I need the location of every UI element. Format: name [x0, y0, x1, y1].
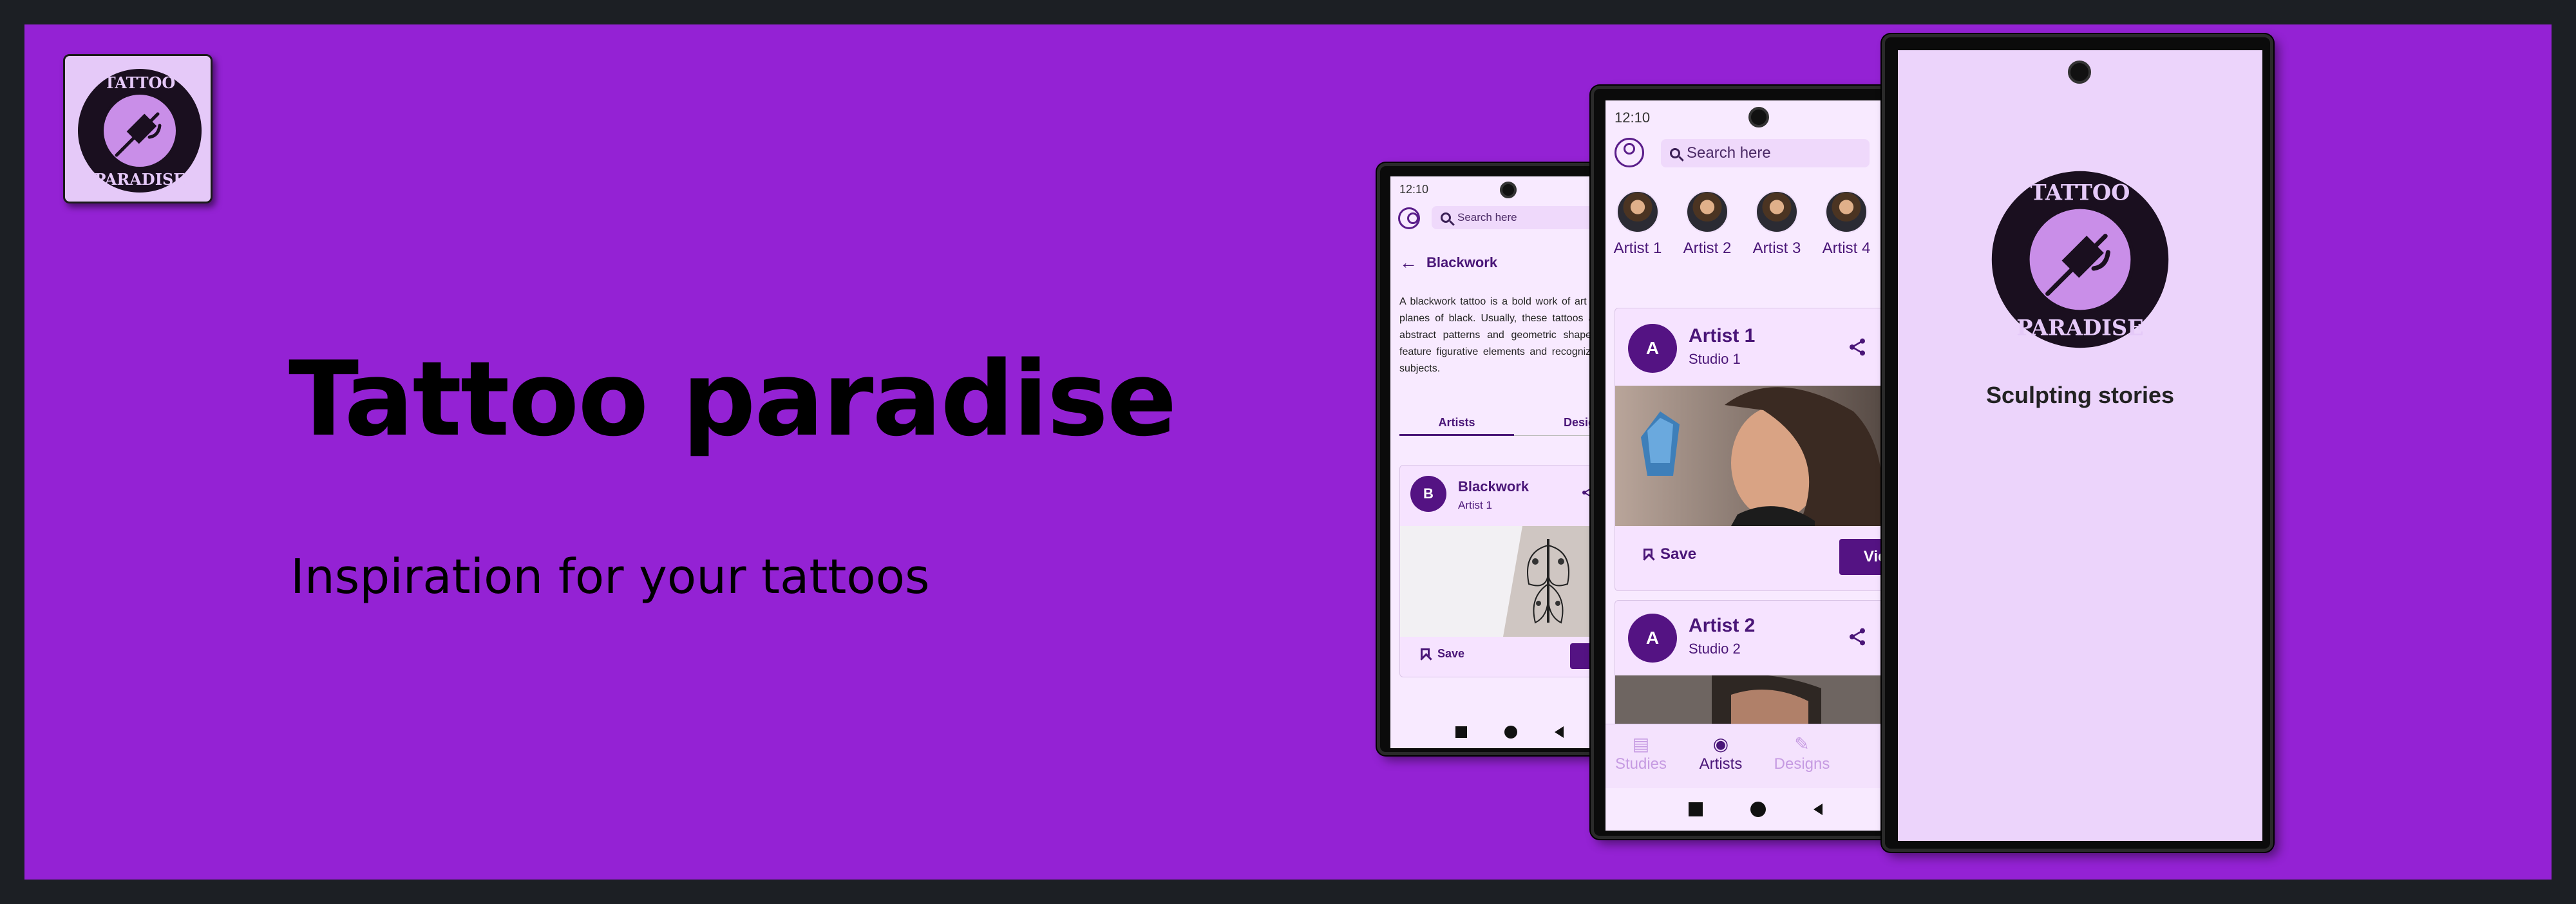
back-icon[interactable] [1814, 804, 1823, 815]
nav-designs-label: Designs [1774, 755, 1830, 773]
splash-tagline: Sculpting stories [1985, 382, 2175, 408]
card-subtitle: Studio 1 [1689, 351, 1741, 367]
app-logo: TATTOO PARADISE [63, 54, 213, 203]
status-bar: 12:10 ▾◢ [1605, 100, 1906, 126]
svg-text:PARADISE: PARADISE [2016, 315, 2143, 341]
artist-avatar [1756, 191, 1798, 233]
card-title: Artist 1 [1689, 325, 1756, 346]
tab-indicator [1399, 434, 1514, 436]
artist-chip-label: Artist 4 [1822, 240, 1871, 257]
save-label: Save [1660, 545, 1697, 563]
recent-apps-icon[interactable] [1689, 802, 1703, 816]
search-placeholder: Search here [1457, 211, 1517, 223]
artist-photo [1615, 386, 1906, 526]
artist-avatar [1686, 191, 1728, 233]
profile-icon[interactable] [1398, 207, 1420, 229]
artist-chip-label: Artist 3 [1752, 240, 1801, 257]
card-avatar: A [1628, 324, 1677, 373]
artist-chip-label: Artist 1 [1613, 240, 1662, 257]
card-subtitle: Studio 2 [1689, 641, 1741, 657]
artist-chip[interactable]: Artist 1 [1605, 191, 1670, 258]
search-icon [1441, 212, 1451, 223]
card-title: Blackwork [1458, 478, 1530, 494]
bottom-navigation: ▤ Studies ◉ Artists ✎ Designs ▮ Sa [1605, 724, 1906, 788]
bookmark-icon [1643, 549, 1653, 560]
svg-text:PARADISE: PARADISE [94, 170, 185, 189]
save-button[interactable]: Save [1421, 647, 1464, 661]
phone-mockup-splash: TATTOO PARADISE Sculpting stories [1882, 34, 2273, 852]
search-placeholder: Search here [1687, 144, 1771, 162]
nav-designs[interactable]: ✎ Designs [1766, 733, 1837, 773]
recent-apps-icon[interactable] [1455, 726, 1467, 738]
phone-screen: TATTOO PARADISE Sculpting stories [1898, 50, 2262, 841]
status-time: 12:10 [1399, 183, 1429, 196]
share-icon[interactable] [1847, 337, 1868, 357]
artist-chip[interactable]: Artist 3 [1745, 191, 1809, 258]
pencil-icon: ✎ [1794, 734, 1810, 754]
back-arrow-icon: ← [1399, 252, 1417, 272]
search-input[interactable]: Search here [1661, 139, 1870, 167]
artist-avatar [1825, 191, 1868, 233]
hero-title: Tattoo paradise [289, 339, 1177, 459]
nav-studies[interactable]: ▤ Studies [1605, 733, 1676, 773]
nav-studies-label: Studies [1615, 755, 1667, 773]
tab-artists[interactable]: Artists [1399, 410, 1514, 435]
tattoo-artist-photo [1615, 386, 1906, 526]
home-icon[interactable] [1504, 726, 1517, 739]
system-nav [1605, 795, 1906, 824]
top-bar: Search here [1605, 131, 1906, 173]
artist-card[interactable]: A Artist 1 Studio 1 Save View [1615, 308, 1906, 591]
card-title: Artist 2 [1689, 615, 1756, 636]
svg-text:TATTOO: TATTOO [104, 73, 176, 92]
tattoo-paradise-logo-icon: TATTOO PARADISE [78, 69, 202, 193]
bookmark-icon [1421, 648, 1430, 660]
store-icon: ▤ [1632, 734, 1650, 754]
artist-chip[interactable]: Artist 4 [1814, 191, 1879, 258]
page-title: Blackwork [1426, 254, 1498, 270]
person-icon: ◉ [1712, 734, 1729, 754]
back-button[interactable]: ← Blackwork [1399, 252, 1497, 273]
tattoo-paradise-logo-icon: TATTOO PARADISE [1991, 171, 2169, 348]
artist-chip[interactable]: Artist 2 [1675, 191, 1739, 258]
status-time: 12:10 [1615, 109, 1651, 126]
share-icon[interactable] [1847, 626, 1868, 647]
phone-mockup-artists: 12:10 ▾◢ Search here Artist 1 Artist 2 A… [1591, 86, 1913, 839]
artist-chip-label: Artist 2 [1683, 240, 1732, 257]
card-subtitle: Artist 1 [1458, 499, 1492, 511]
artist-avatar [1616, 191, 1659, 233]
save-label: Save [1437, 647, 1465, 660]
svg-text:TATTOO: TATTOO [2031, 180, 2130, 205]
card-avatar: B [1410, 476, 1446, 512]
camera-icon [2068, 61, 2091, 84]
nav-artists[interactable]: ◉ Artists [1685, 733, 1756, 773]
search-icon [1670, 148, 1680, 158]
hero-subtitle: Inspiration for your tattoos [290, 549, 930, 605]
home-icon[interactable] [1750, 802, 1766, 817]
phone-screen: 12:10 ▾◢ Search here Artist 1 Artist 2 A… [1605, 100, 1906, 831]
nav-artists-label: Artists [1699, 755, 1743, 773]
back-icon[interactable] [1555, 726, 1564, 738]
banner: TATTOO PARADISE Tattoo paradise Inspirat… [24, 24, 2552, 880]
card-avatar: A [1628, 614, 1677, 663]
save-button[interactable]: Save [1643, 545, 1696, 563]
profile-icon[interactable] [1615, 138, 1644, 167]
